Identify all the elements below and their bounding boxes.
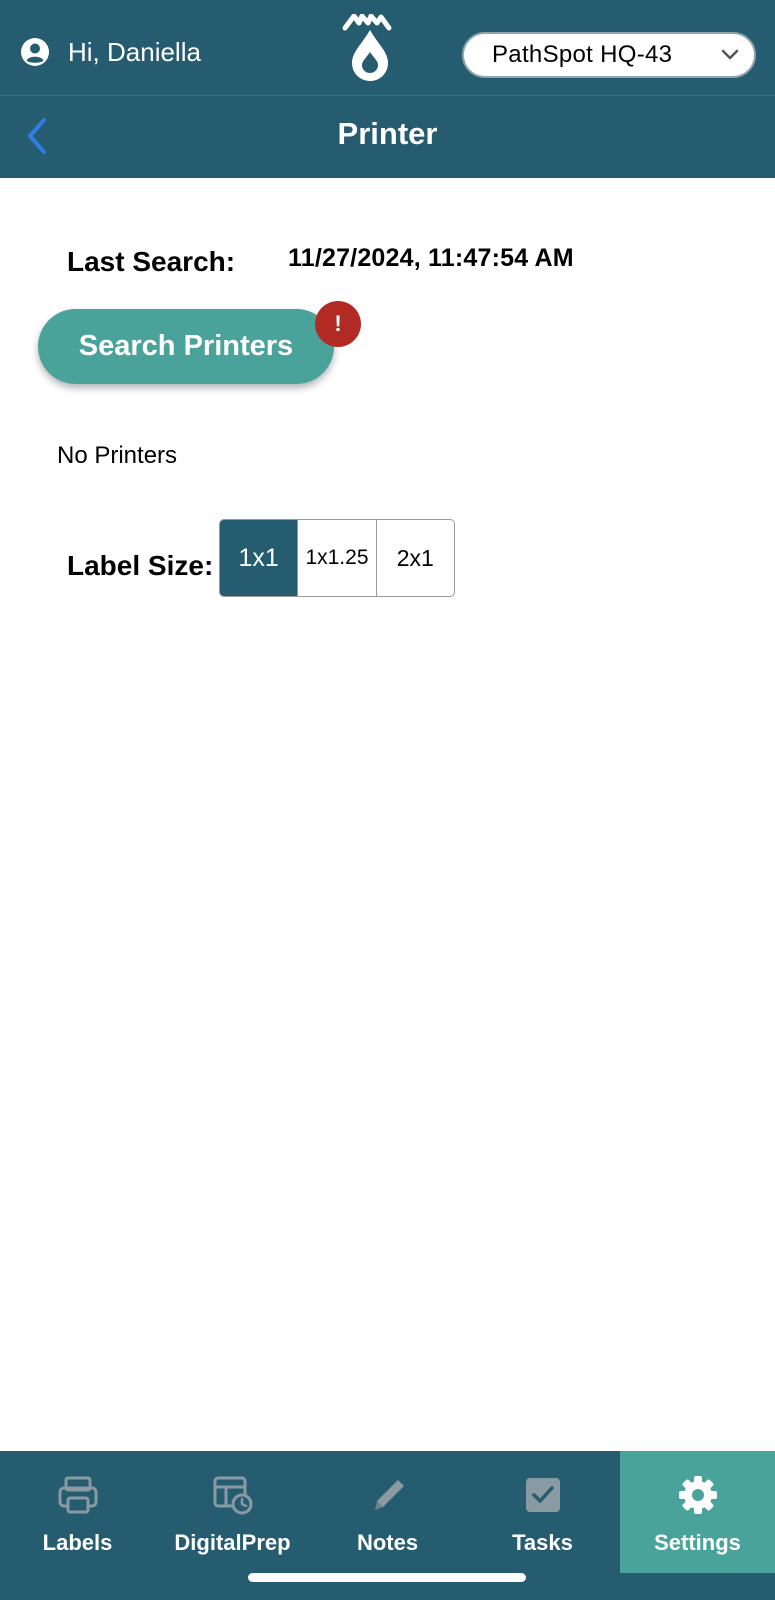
user-greeting[interactable]: Hi, Daniella xyxy=(20,36,201,68)
tab-labels[interactable]: Labels xyxy=(0,1451,155,1573)
page-title: Printer xyxy=(337,116,438,151)
location-select[interactable]: PathSpot HQ-43 xyxy=(462,32,756,78)
top-header: Hi, Daniella PathSpot HQ-43 xyxy=(0,0,775,96)
label-size-option-2x1[interactable]: 2x1 xyxy=(375,520,454,596)
label-size-label: Label Size: xyxy=(67,550,214,581)
pathspot-logo-icon xyxy=(342,14,392,81)
tab-label: DigitalPrep xyxy=(174,1530,291,1555)
tab-label: Labels xyxy=(42,1530,113,1555)
label-size-option-1x1.25[interactable]: 1x1.25 xyxy=(297,520,375,596)
alert-badge: ! xyxy=(315,301,361,347)
search-printers-button[interactable]: Search Printers xyxy=(38,309,334,384)
tab-digitalprep[interactable]: DigitalPrep xyxy=(155,1451,310,1573)
tab-label: Settings xyxy=(654,1530,741,1555)
last-search-label: Last Search: xyxy=(67,246,236,277)
tab-label: Notes xyxy=(356,1530,419,1555)
digitalprep-icon xyxy=(213,1476,252,1515)
printer-icon xyxy=(58,1476,97,1514)
no-printers-text: No Printers xyxy=(57,442,178,469)
tab-label: Tasks xyxy=(512,1530,573,1555)
tab-settings[interactable]: Settings xyxy=(620,1451,775,1573)
greeting-text: Hi, Daniella xyxy=(68,37,201,67)
label-size-selector: 1x1 1x1.25 2x1 xyxy=(219,519,455,597)
checkbox-icon xyxy=(525,1478,560,1512)
last-search-timestamp: 11/27/2024, 11:47:54 AM xyxy=(288,244,574,272)
home-indicator[interactable] xyxy=(248,1573,526,1582)
user-account-icon xyxy=(21,38,49,66)
tab-tasks[interactable]: Tasks xyxy=(465,1451,620,1573)
tab-notes[interactable]: Notes xyxy=(310,1451,465,1573)
navigation-bar: Printer xyxy=(0,96,775,178)
label-size-option-1x1[interactable]: 1x1 xyxy=(220,520,298,596)
chevron-down-icon xyxy=(721,49,739,60)
pencil-icon xyxy=(374,1480,404,1510)
gear-icon xyxy=(678,1476,717,1514)
location-select-value: PathSpot HQ-43 xyxy=(492,41,673,68)
